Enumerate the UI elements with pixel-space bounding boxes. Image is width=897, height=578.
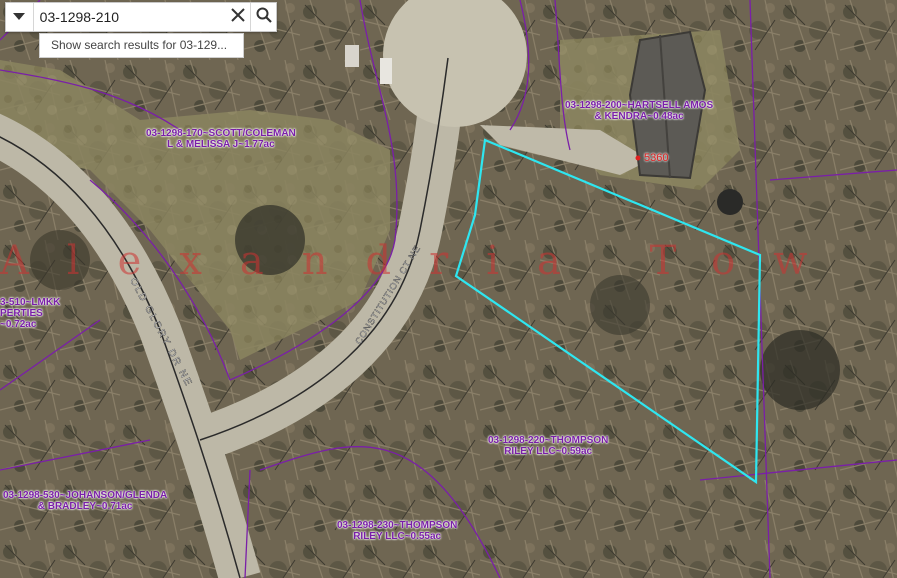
parcel-label-line: 03-1298-230~THOMPSON [337, 520, 458, 531]
parcel-label-line: 03-1298-530~JOHANSON/GLENDA [3, 490, 168, 501]
parcel-label-line: 03-1298-220~THOMPSON [488, 435, 609, 446]
well-structure [717, 189, 743, 215]
municipality-watermark: Alexandria Tow [0, 238, 846, 284]
parcel-label-line: 03-1298-200~HARTSELL AMOS [565, 100, 714, 111]
parcel-label-line: 3-510~LMKK [0, 297, 61, 308]
parcel-label-200: 03-1298-200~HARTSELL AMOS & KENDRA~0.48a… [565, 100, 713, 122]
caret-down-icon [13, 8, 26, 26]
parcel-label-line: RILEY LLC~0.55ac [353, 531, 442, 542]
clear-search-button[interactable] [227, 3, 250, 31]
close-icon [231, 7, 246, 27]
parcel-label-line: L & MELISSA J~1.77ac [167, 139, 275, 150]
parcel-label-line: PERTIES [0, 308, 43, 319]
search-source-dropdown[interactable] [6, 3, 34, 31]
parcel-label-line: RILEY LLC~0.59ac [504, 446, 593, 457]
address-point-dot [635, 155, 641, 161]
parcel-label-line: & BRADLEY~0.71ac [37, 501, 133, 512]
magnifier-icon [256, 7, 272, 28]
parcel-label-510: 3-510~LMKK PERTIES ~0.72ac [0, 297, 60, 330]
search-button[interactable] [250, 3, 276, 31]
search-widget [5, 2, 277, 32]
search-input[interactable] [33, 4, 227, 30]
search-suggestion[interactable]: Show search results for 03-129... [39, 33, 244, 58]
parcel-label-line: & KENDRA~0.48ac [594, 111, 684, 122]
parcel-label-170: 03-1298-170~SCOTT/COLEMAN L & MELISSA J~… [146, 128, 296, 150]
parcel-label-530: 03-1298-530~JOHANSON/GLENDA & BRADLEY~0.… [3, 490, 167, 512]
address-label: 5360 [644, 152, 669, 164]
parcel-label-line: ~0.72ac [0, 319, 37, 330]
parcel-label-line: 03-1298-170~SCOTT/COLEMAN [146, 128, 296, 139]
parcel-label-220: 03-1298-220~THOMPSON RILEY LLC~0.59ac [488, 435, 608, 457]
parcel-label-230: 03-1298-230~THOMPSON RILEY LLC~0.55ac [337, 520, 457, 542]
